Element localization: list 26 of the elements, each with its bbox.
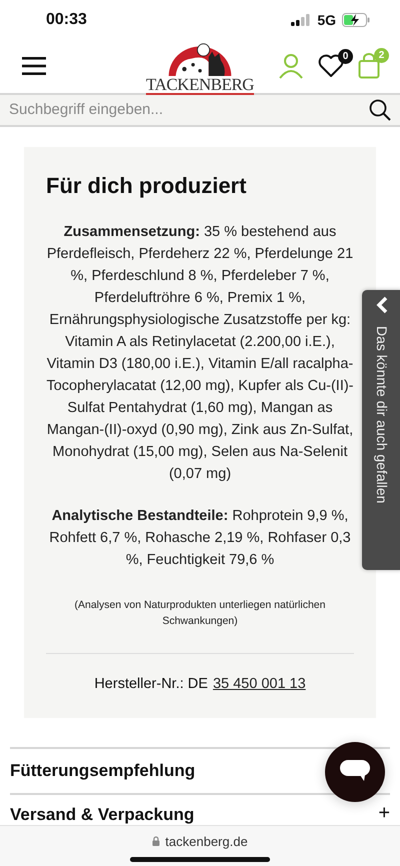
- home-indicator[interactable]: [130, 856, 270, 862]
- ingredients-text: Zusammensetzung: 35 % bestehend aus Pferdefleisch, Pferdeherz 22 %, Pferdelunge 21 %, Pferdeschlund 8 %, Pferdeleber 7 %, Pferdeluftröhre 6 %, Premix 1 %, Ernährungsphysiologische Zusatzstoffe per kg: Vitamin A als Retinylacetat (2.200,00 i.E.), Vitamin D3 (180,00 i.E.), Vitamin E/all racalpha-Tocopherylacatat (12,00 mg), Kupfer als Cu-(II)-Sulfat Pentahydrat (1,60 mg), Mangan as Mangan-(II)-oxyd (0,90 mg), Zink aus Zn-Sulfat, Monohydrat (15,00 mg), Selen aus Na-Selenit (0,07 mg): [46, 222, 354, 484]
- accordion-header[interactable]: Versand & Verpackung: [10, 804, 194, 825]
- expand-toggle[interactable]: +: [378, 802, 390, 825]
- menu-icon[interactable]: [22, 56, 46, 75]
- url-text[interactable]: tackenberg.de: [165, 834, 248, 849]
- search-bar[interactable]: Suchbegriff eingeben...: [0, 94, 400, 127]
- section-title: Für dich produziert: [46, 172, 248, 199]
- network-label: 5G: [317, 12, 336, 28]
- disclaimer-note: (Analysen von Naturprodukten unterliegen natürlichen Schwankungen): [74, 598, 326, 629]
- heart-icon[interactable]: [318, 54, 344, 78]
- recommendations-tab[interactable]: Das könnte dir auch gefallen: [362, 290, 400, 570]
- accordion-header[interactable]: Fütterungsempfehlung: [10, 760, 196, 781]
- manufacturer-number-link[interactable]: 35 450 001 13: [212, 676, 306, 692]
- signal-icon: [291, 14, 312, 26]
- cart-count-badge: 2: [374, 48, 389, 63]
- search-icon[interactable]: [369, 98, 391, 121]
- search-field[interactable]: Suchbegriff eingeben...: [9, 101, 369, 118]
- chevron-left-icon: [375, 296, 389, 314]
- lock-icon: [152, 836, 160, 846]
- manufacturer-label: Hersteller-Nr.: DE: [94, 676, 208, 692]
- ingredients-text: Analytische Bestandteile: Rohprotein 9,9 %, Rohfett 6,7 %, Rohasche 2,19 %, Rohfaser 0,3 %, Feuchtigkeit 79,6 %: [48, 506, 352, 570]
- battery-charging-icon: [342, 12, 370, 27]
- wishlist-count-badge: 0: [338, 48, 353, 64]
- clock-time: 00:33: [46, 10, 87, 29]
- tab-label: Das könnte dir auch gefallen: [374, 326, 390, 504]
